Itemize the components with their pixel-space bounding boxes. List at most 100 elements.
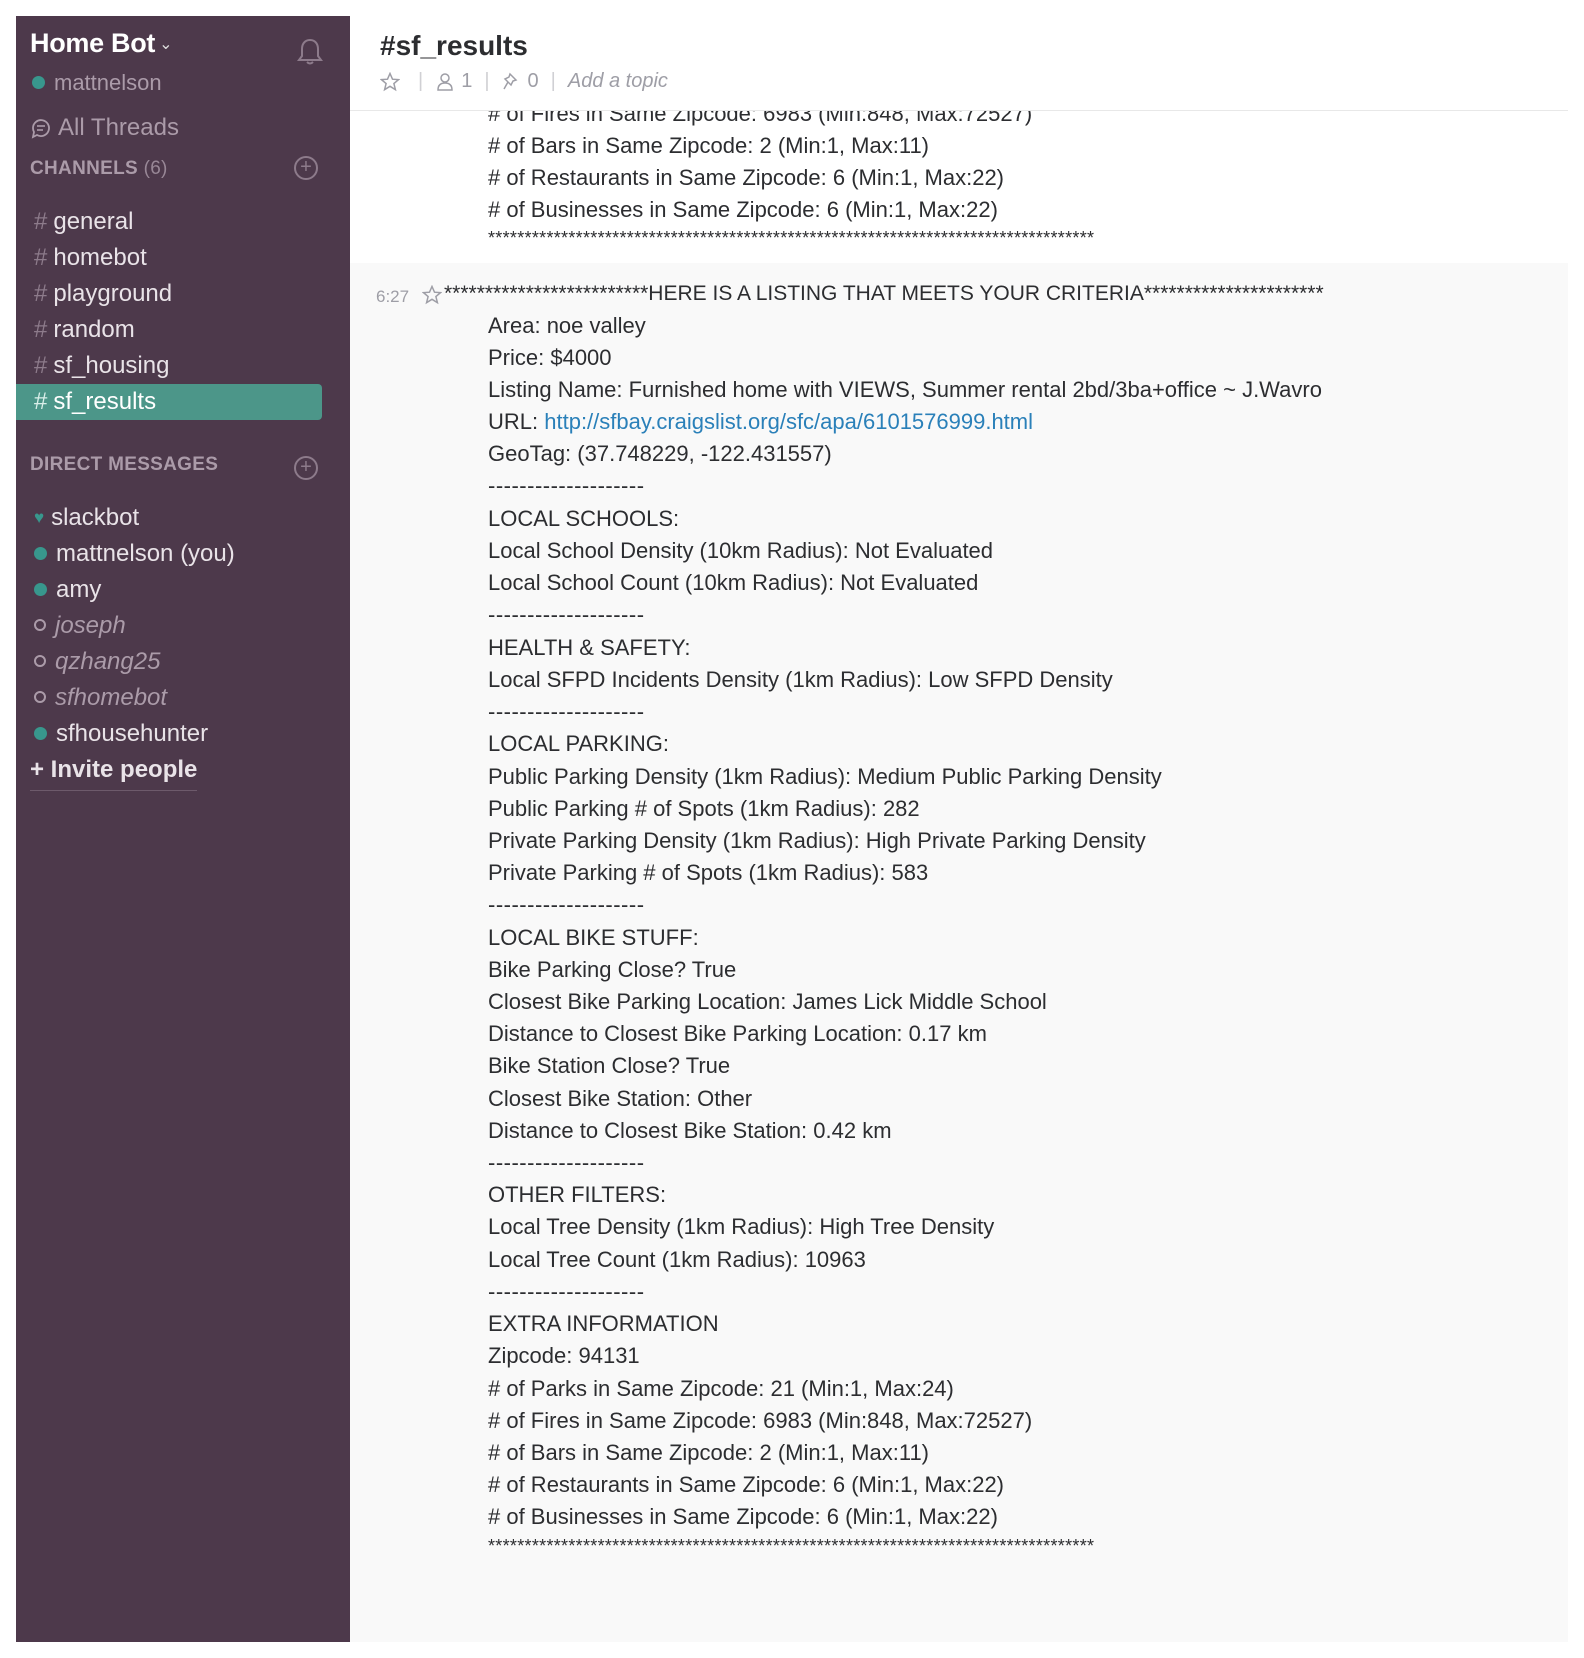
message-timestamp[interactable]: 6:27 [376, 287, 409, 307]
separator: | [550, 70, 556, 92]
sidebar-item-sf-results[interactable]: # sf_results [16, 384, 322, 420]
message-line: Bike Parking Close? True [488, 957, 737, 982]
presence-online-icon [32, 76, 45, 89]
message-line: # of Parks in Same Zipcode: 21 (Min:1, M… [488, 1376, 954, 1401]
channels-header[interactable]: CHANNELS (6) [30, 158, 168, 180]
geotag-line: GeoTag: (37.748229, -122.431557) [488, 441, 832, 466]
message-line: Local School Density (10km Radius): Not … [488, 538, 994, 563]
channel-label: sf_housing [53, 352, 170, 379]
message-line: # of Businesses in Same Zipcode: 6 (Min:… [488, 1504, 998, 1529]
threads-icon [31, 119, 50, 139]
presence-away-icon [34, 691, 46, 703]
url-label: URL: [488, 409, 545, 434]
schools-header: LOCAL SCHOOLS: [488, 506, 680, 531]
price-line: Price: $4000 [488, 345, 612, 370]
channel-label: homebot [53, 244, 147, 271]
heart-icon: ♥ [34, 508, 45, 527]
dm-label: joseph [55, 612, 126, 639]
divider-line: -------------------- [488, 473, 645, 498]
presence-online-icon [34, 726, 47, 740]
message-line: Closest Bike Station: Other [488, 1086, 753, 1111]
message-line: Local School Count (10km Radius): Not Ev… [488, 570, 979, 595]
presence-online-icon [34, 582, 47, 596]
other-filters-header: OTHER FILTERS: [488, 1182, 667, 1207]
hash-icon: # [34, 316, 48, 343]
dm-label: mattnelson (you) [56, 540, 235, 567]
add-topic-link[interactable]: Add a topic [568, 70, 668, 93]
star-message-icon[interactable] [422, 285, 442, 305]
channel-title[interactable]: #sf_results [380, 30, 528, 62]
dm-label: sfhomebot [55, 684, 168, 711]
message-line: # of Bars in Same Zipcode: 2 (Min:1, Max… [488, 1440, 929, 1465]
presence-away-icon [34, 619, 46, 631]
hash-icon: # [34, 280, 48, 307]
dm-item-slackbot[interactable]: ♥ slackbot [16, 500, 350, 536]
url-line: URL: http://sfbay.craigslist.org/sfc/apa… [488, 409, 1033, 435]
separator: | [484, 70, 490, 92]
dm-item-joseph[interactable]: joseph [16, 608, 350, 644]
direct-messages-header[interactable]: DIRECT MESSAGES [30, 454, 218, 476]
message-footer: ****************************************… [488, 1536, 1095, 1556]
bell-icon[interactable] [296, 36, 324, 66]
message-line: Closest Bike Parking Location: James Lic… [488, 989, 1047, 1014]
parking-header: LOCAL PARKING: [488, 731, 669, 756]
listing-name-line: Listing Name: Furnished home with VIEWS,… [488, 377, 1322, 402]
sidebar-item-general[interactable]: # general [16, 204, 322, 240]
message-line: Local Tree Count (1km Radius): 10963 [488, 1247, 866, 1272]
extra-info-header: EXTRA INFORMATION [488, 1311, 719, 1336]
dm-item-sfhomebot[interactable]: sfhomebot [16, 680, 350, 716]
message-line: Distance to Closest Bike Station: 0.42 k… [488, 1118, 892, 1143]
team-menu[interactable]: Home Bot ⌄ [30, 28, 173, 59]
sidebar-item-playground[interactable]: # playground [16, 276, 322, 312]
channel-view: #sf_results | 1 | 0 | Add a topic # of F… [350, 16, 1568, 1642]
message-header: *************************HERE IS A LISTI… [444, 282, 1324, 305]
sidebar-item-random[interactable]: # random [16, 312, 322, 348]
dm-label: amy [56, 576, 102, 603]
hash-icon: # [34, 388, 48, 415]
presence-online-icon [34, 546, 47, 560]
sidebar-item-homebot[interactable]: # homebot [16, 240, 322, 276]
presence-away-icon [34, 655, 46, 667]
channel-label: random [53, 316, 135, 343]
divider-line: -------------------- [488, 699, 645, 724]
team-name: Home Bot [30, 28, 156, 58]
message-line: # of Bars in Same Zipcode: 2 (Min:1, Max… [488, 133, 929, 158]
all-threads-link[interactable]: All Threads [30, 114, 179, 142]
add-dm-icon[interactable]: + [294, 456, 318, 480]
sidebar-item-sf-housing[interactable]: # sf_housing [16, 348, 322, 384]
hash-icon: # [34, 208, 48, 235]
pin-icon[interactable] [502, 72, 522, 92]
listing-url-link[interactable]: http://sfbay.craigslist.org/sfc/apa/6101… [544, 409, 1033, 434]
dm-label: sfhousehunter [56, 720, 209, 747]
member-count[interactable]: 1 [461, 70, 472, 93]
channels-count: (6) [143, 158, 168, 179]
add-channel-icon[interactable]: + [294, 156, 318, 180]
area-line: Area: noe valley [488, 313, 646, 338]
message-line: Private Parking Density (1km Radius): Hi… [488, 828, 1146, 853]
current-user-name: mattnelson [54, 70, 162, 95]
hash-icon: # [34, 352, 48, 379]
member-icon[interactable] [435, 72, 455, 92]
sidebar: Home Bot ⌄ mattnelson All Threads CHANNEL… [16, 16, 350, 1642]
pin-count[interactable]: 0 [528, 70, 539, 93]
message-line: ****************************************… [488, 228, 1095, 248]
health-header: HEALTH & SAFETY: [488, 635, 691, 660]
dm-item-qzhang25[interactable]: qzhang25 [16, 644, 350, 680]
dm-item-sfhousehunter[interactable]: sfhousehunter [16, 716, 350, 752]
message-line: # of Restaurants in Same Zipcode: 6 (Min… [488, 1472, 1005, 1497]
current-user[interactable]: mattnelson [32, 70, 162, 96]
star-icon[interactable] [380, 71, 400, 92]
separator: | [418, 70, 424, 92]
invite-people-button[interactable]: + Invite people [30, 756, 198, 791]
message-line: Public Parking # of Spots (1km Radius): … [488, 796, 920, 821]
divider-line: -------------------- [488, 892, 645, 917]
dm-item-amy[interactable]: amy [16, 572, 350, 608]
channels-header-label: CHANNELS [30, 158, 138, 179]
dm-item-mattnelson[interactable]: mattnelson (you) [16, 536, 350, 572]
listing-message: 6:27 *************************HERE IS A … [350, 263, 1568, 1642]
message-line: Private Parking # of Spots (1km Radius):… [488, 860, 929, 885]
message-line: # of Restaurants in Same Zipcode: 6 (Min… [488, 165, 1005, 190]
chevron-down-icon: ⌄ [159, 36, 173, 53]
previous-message: # of Fires in Same Zipcode: 6983 (Min:84… [350, 111, 1568, 259]
channel-label: playground [53, 280, 173, 307]
